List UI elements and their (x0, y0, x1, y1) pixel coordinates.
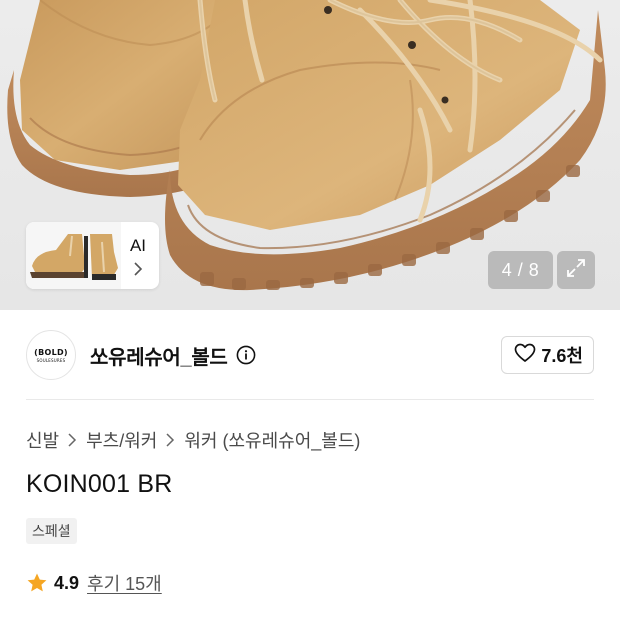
chevron-right-icon (165, 433, 175, 447)
rating-score: 4.9 (54, 572, 80, 593)
ai-recommend-thumbnail[interactable]: AI (26, 222, 159, 289)
like-count: 7.6천 (541, 346, 583, 366)
thumbnail-image (26, 222, 121, 289)
heart-icon (514, 343, 536, 368)
brand-logo[interactable]: (BOLD) SOULESURES (26, 330, 76, 380)
brand-like-button[interactable]: 7.6천 (501, 336, 594, 374)
special-tag-badge: 스페셜 (26, 518, 77, 544)
breadcrumb: 신발 부츠/워커 워커 (쏘유레슈어_볼드) (26, 428, 360, 452)
image-page-counter: 4 / 8 (488, 251, 553, 289)
expand-icon (565, 257, 587, 284)
chevron-right-icon (67, 433, 77, 447)
expand-image-button[interactable] (557, 251, 595, 289)
brand-logo-text: (BOLD) (34, 347, 68, 357)
star-icon (26, 572, 48, 594)
info-icon[interactable] (236, 345, 256, 365)
section-divider (26, 399, 594, 400)
brand-logo-subtext: SOULESURES (36, 357, 66, 363)
breadcrumb-item-walker[interactable]: 워커 (쏘유레슈어_볼드) (184, 427, 360, 453)
brand-name-link[interactable]: 쏘유레슈어_볼드 (90, 341, 228, 370)
product-title: KOIN001 BR (26, 470, 173, 498)
breadcrumb-item-boots[interactable]: 부츠/워커 (86, 427, 157, 453)
brand-row: (BOLD) SOULESURES 쏘유레슈어_볼드 7.6천 (0, 310, 620, 400)
breadcrumb-item-shoes[interactable]: 신발 (26, 427, 59, 453)
ai-label: AI (129, 235, 147, 255)
rating-row: 4.9 후기 15개 (26, 570, 162, 596)
product-image-gallery[interactable]: AI 4 / 8 (0, 0, 620, 310)
reviews-link[interactable]: 후기 15개 (87, 570, 162, 596)
chevron-right-icon (132, 261, 144, 276)
